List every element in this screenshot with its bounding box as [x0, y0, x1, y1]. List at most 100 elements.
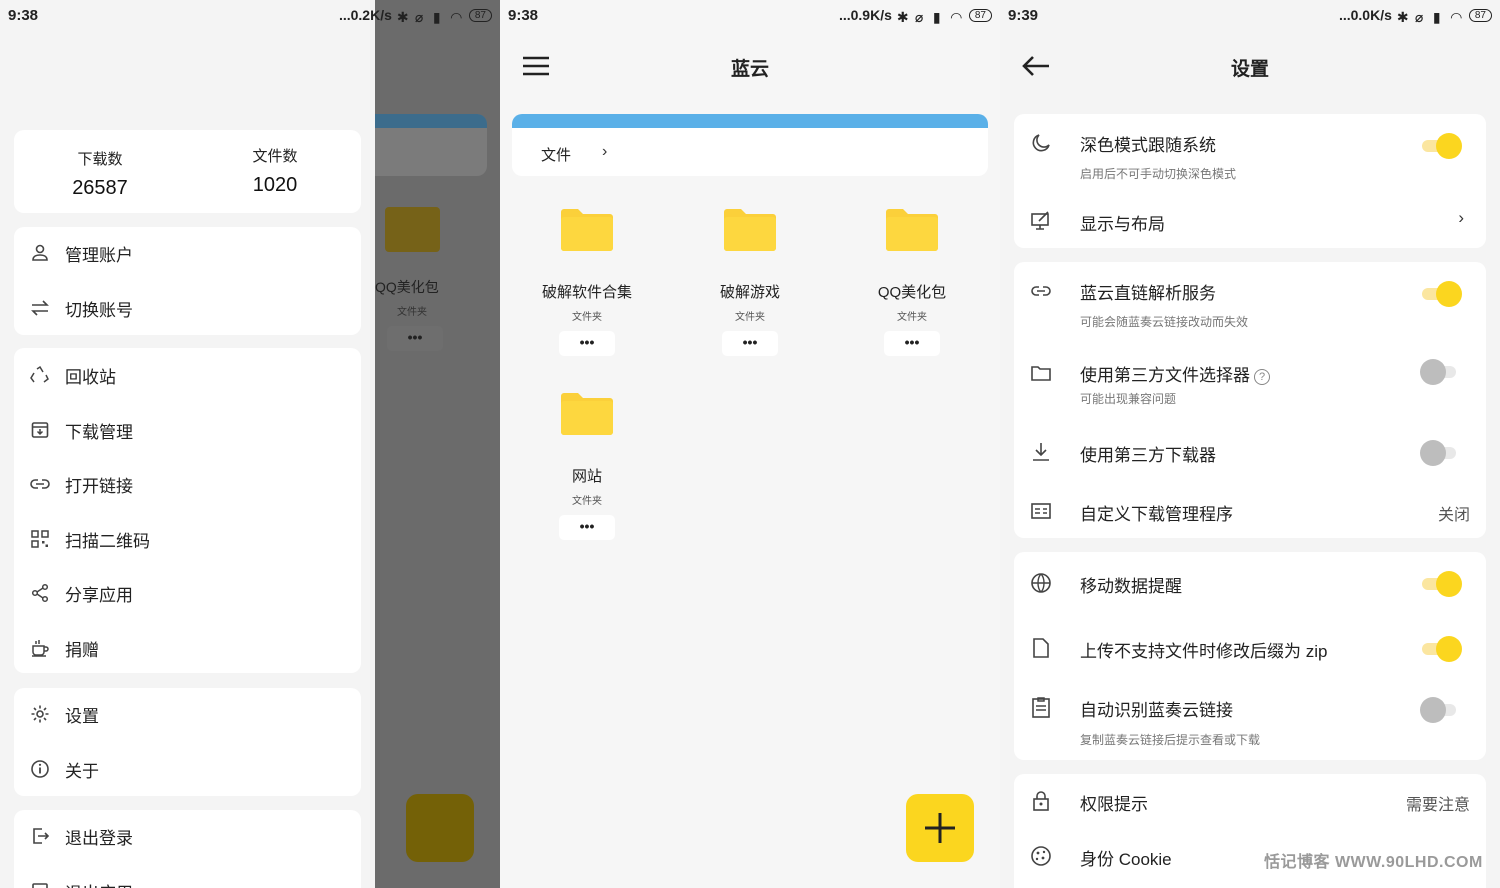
- card-list-icon: [1031, 503, 1051, 519]
- stats-card: 下载数 26587 文件数 1020: [14, 130, 361, 213]
- setting-title: 使用第三方文件选择器?: [1080, 361, 1270, 386]
- setting-title: 自定义下载管理程序: [1080, 505, 1233, 524]
- downloader-toggle[interactable]: [1420, 440, 1456, 466]
- dimmed-more-button: •••: [387, 326, 443, 351]
- tools-group: 回收站 下载管理 打开链接 扫描二维码 分享应用 捐赠: [14, 348, 361, 673]
- plus-icon: [925, 813, 955, 843]
- logout-icon: [33, 828, 50, 844]
- folder-item[interactable]: 破解游戏 文件夹 •••: [670, 208, 830, 356]
- dimmed-folder-sub: 文件夹: [397, 307, 427, 318]
- help-icon[interactable]: ?: [1254, 368, 1270, 385]
- drawer-item-open-link[interactable]: 打开链接: [30, 469, 133, 499]
- setting-title: 移动数据提醒: [1080, 577, 1182, 596]
- setting-file-picker[interactable]: 使用第三方文件选择器? 可能出现兼容问题: [1030, 359, 1470, 416]
- drawer-item-label: 管理账户: [65, 245, 133, 265]
- file-browser-screen: 9:38 ...0.9K/s ✱ ⌀ ▮ ◠ 87 蓝云 文件 › 破解软件合集…: [500, 0, 1000, 888]
- settings-card-appearance: 深色模式跟随系统 启用后不可手动切换深色模式 显示与布局 ›: [1014, 114, 1486, 248]
- setting-custom-download-manager[interactable]: 自定义下载管理程序 关闭: [1030, 498, 1470, 528]
- bluetooth-icon: ✱: [396, 9, 409, 25]
- setting-display-layout[interactable]: 显示与布局 ›: [1030, 208, 1470, 238]
- drawer-item-donate[interactable]: 捐赠: [30, 633, 99, 663]
- display-edit-icon: [1031, 211, 1049, 230]
- drawer-item-share-app[interactable]: 分享应用: [30, 578, 133, 608]
- dimmed-main-content[interactable]: QQ美化包 文件夹 •••: [375, 0, 500, 888]
- setting-zip-rename[interactable]: 上传不支持文件时修改后缀为 zip: [1030, 635, 1470, 665]
- drawer-item-switch-account[interactable]: 切换账号: [30, 293, 133, 323]
- folder-icon: [886, 209, 938, 251]
- setting-subtitle: 可能出现兼容问题: [1080, 392, 1177, 406]
- folder-item[interactable]: 网站 文件夹 •••: [507, 392, 667, 540]
- more-button[interactable]: •••: [559, 331, 615, 356]
- setting-title: 上传不支持文件时修改后缀为 zip: [1080, 642, 1328, 661]
- mobile-data-toggle[interactable]: [1422, 571, 1462, 597]
- downloads-stat: 下载数 26587: [40, 148, 160, 200]
- drawer-item-exit-app[interactable]: 退出应用: [30, 876, 133, 888]
- setting-auto-detect[interactable]: 自动识别蓝奏云链接 复制蓝奏云链接后提示查看或下载: [1030, 694, 1470, 750]
- mute-icon: ⌀: [1414, 9, 1424, 25]
- folder-name: 网站: [571, 468, 602, 485]
- more-button[interactable]: •••: [559, 515, 615, 540]
- status-bar-right: ...0.2K/s ✱ ⌀ ▮ ◠ 87: [0, 0, 500, 32]
- dark-mode-toggle[interactable]: [1422, 133, 1462, 159]
- setting-subtitle: 复制蓝奏云链接后提示查看或下载: [1080, 733, 1261, 747]
- drawer-item-settings[interactable]: 设置: [30, 699, 99, 729]
- add-fab-button[interactable]: [906, 794, 974, 862]
- folder-name: QQ美化包: [877, 284, 947, 301]
- drawer-item-manage-account[interactable]: 管理账户: [30, 238, 133, 268]
- setting-title: 身份 Cookie: [1080, 850, 1172, 869]
- auto-detect-toggle[interactable]: [1420, 697, 1456, 723]
- qrcode-icon: [31, 530, 49, 548]
- network-speed: ...0.9K/s: [838, 7, 892, 23]
- moon-icon: [1032, 134, 1050, 152]
- zip-rename-toggle[interactable]: [1422, 636, 1462, 662]
- drawer-item-label: 扫描二维码: [65, 531, 150, 551]
- watermark: 恬记博客 WWW.90LHD.COM: [1264, 854, 1483, 871]
- folder-outline-icon: [1031, 366, 1051, 381]
- more-button[interactable]: •••: [884, 331, 940, 356]
- status-time: 9:39: [1008, 7, 1039, 24]
- person-icon: [32, 244, 48, 261]
- drawer-item-about[interactable]: 关于: [30, 754, 99, 784]
- drawer-item-download-manager[interactable]: 下载管理: [30, 415, 133, 445]
- page-title: 蓝云: [730, 59, 769, 80]
- drawer-item-label: 打开链接: [65, 476, 133, 496]
- setting-mobile-data[interactable]: 移动数据提醒: [1030, 570, 1470, 600]
- folder-sub: 文件夹: [897, 312, 927, 323]
- breadcrumb-banner: [512, 114, 988, 128]
- files-stat: 文件数 1020: [215, 145, 335, 197]
- setting-third-party-downloader[interactable]: 使用第三方下载器: [1030, 439, 1470, 469]
- status-bar: 9:38 ...0.9K/s ✱ ⌀ ▮ ◠ 87: [500, 0, 1000, 32]
- link-icon: [1031, 286, 1051, 296]
- setting-direct-link[interactable]: 蓝云直链解析服务 可能会随蓝奏云链接改动而失效: [1030, 278, 1470, 334]
- file-picker-toggle[interactable]: [1420, 359, 1456, 385]
- folder-item[interactable]: 破解软件合集 文件夹 •••: [507, 208, 667, 356]
- setting-permission[interactable]: 权限提示 需要注意: [1030, 788, 1470, 818]
- setting-title: 使用第三方下载器: [1080, 446, 1216, 465]
- files-label: 文件数: [252, 148, 298, 165]
- dimmed-folder-name: QQ美化包: [375, 279, 439, 295]
- download-box-icon: [31, 422, 49, 438]
- network-speed: ...0.2K/s: [338, 7, 392, 23]
- setting-title: 显示与布局: [1080, 215, 1165, 234]
- drawer-item-logout[interactable]: 退出登录: [30, 821, 133, 851]
- folder-name: 破解游戏: [719, 284, 780, 301]
- more-button[interactable]: •••: [722, 331, 778, 356]
- mute-icon: ⌀: [414, 9, 424, 25]
- drawer-item-recycle[interactable]: 回收站: [30, 360, 116, 390]
- dimmed-breadcrumb-card: [375, 114, 487, 176]
- direct-link-toggle[interactable]: [1422, 281, 1462, 307]
- folder-item[interactable]: QQ美化包 文件夹 •••: [832, 208, 992, 356]
- setting-title: 深色模式跟随系统: [1080, 136, 1216, 155]
- recycle-icon: [30, 365, 49, 383]
- breadcrumb-root[interactable]: 文件: [541, 144, 571, 165]
- settings-group: 设置 关于: [14, 688, 361, 796]
- drawer-item-scan-qrcode[interactable]: 扫描二维码: [30, 524, 150, 554]
- wifi-icon: ◠: [450, 9, 462, 25]
- setting-dark-mode[interactable]: 深色模式跟随系统 启用后不可手动切换深色模式: [1030, 130, 1470, 190]
- mute-icon: ⌀: [914, 9, 924, 25]
- link-icon: [30, 479, 50, 489]
- chevron-right-icon: ›: [1458, 208, 1464, 227]
- globe-icon: [1031, 573, 1051, 593]
- folder-name: 破解软件合集: [541, 284, 632, 301]
- signal-icon: ▮: [432, 9, 441, 25]
